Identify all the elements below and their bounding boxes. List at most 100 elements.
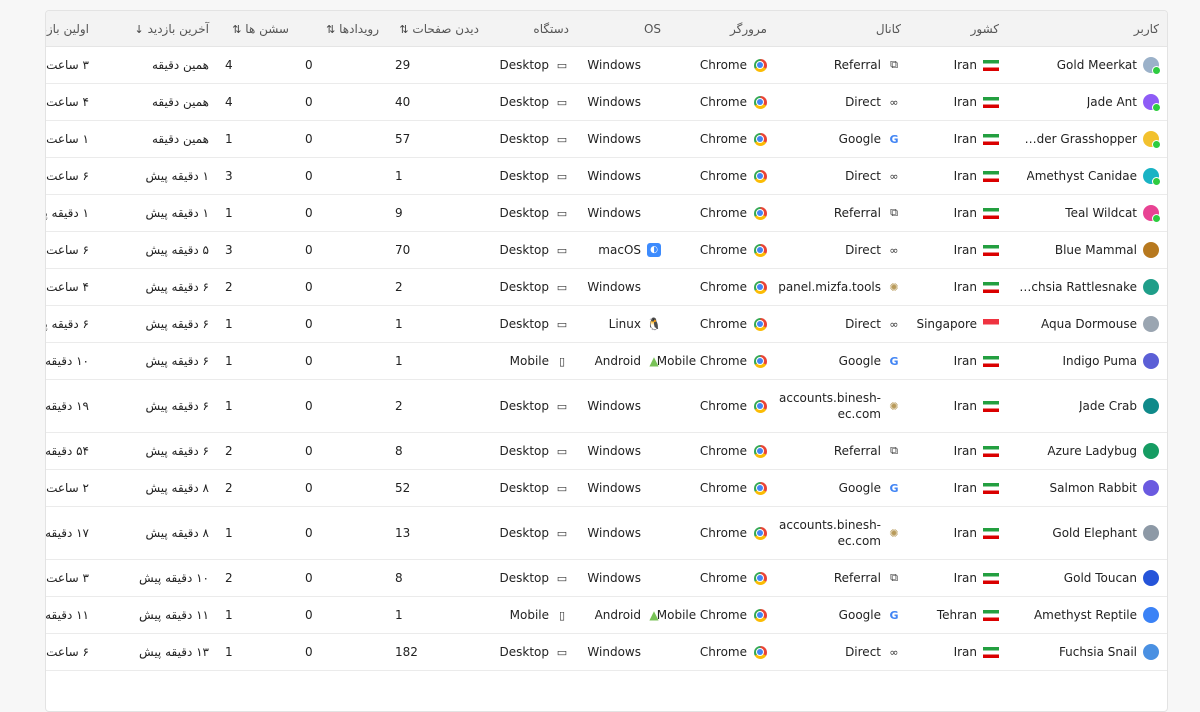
cell-channel: Google G	[775, 469, 909, 507]
cell-user[interactable]: Fuchsia Rattlesnake	[1007, 268, 1167, 306]
country-name: Singapore	[916, 317, 977, 331]
header-pageviews[interactable]: دیدن صفحات ⇅	[387, 11, 487, 47]
cell-last-visit: ۸ دقیقه پیش	[97, 506, 217, 560]
header-channel: کانال	[775, 11, 909, 47]
avatar	[1143, 525, 1159, 541]
table-row[interactable]: Indigo Puma Iran Google G Mobile Chrome A…	[46, 342, 1167, 380]
cell-sessions: 4	[217, 83, 297, 121]
user-name[interactable]: Gold Meerkat	[1057, 58, 1137, 72]
cell-sessions: 1	[217, 633, 297, 671]
table-row[interactable]: Gold Elephant Iran accounts.binesh-ec.co…	[46, 506, 1167, 560]
cell-user[interactable]: Amethyst Reptile	[1007, 596, 1167, 634]
cell-os: Windows	[577, 268, 669, 306]
cell-first-visit: ۶ ساعت پیش	[46, 633, 97, 671]
table-row[interactable]: Jade Crab Iran accounts.binesh-ec.com ✺ C…	[46, 379, 1167, 433]
channel-name: Google	[838, 132, 881, 146]
header-sessions[interactable]: سشن ها ⇅	[217, 11, 297, 47]
cell-channel: Referral ⧉	[775, 559, 909, 597]
user-name[interactable]: Aqua Dormouse	[1041, 317, 1137, 331]
header-device: دستگاه	[487, 11, 577, 47]
table-row[interactable]: Gold Toucan Iran Referral ⧉ Chrome Window…	[46, 559, 1167, 597]
cell-user[interactable]: Amethyst Canidae	[1007, 157, 1167, 195]
table-row[interactable]: Fuchsia Rattlesnake Iran panel.mizfa.too…	[46, 268, 1167, 306]
country-name: Iran	[953, 444, 977, 458]
user-name[interactable]: Amethyst Reptile	[1034, 608, 1137, 622]
cell-user[interactable]: Indigo Puma	[1007, 342, 1167, 380]
device-name: Desktop	[499, 571, 550, 585]
browser-name: Chrome	[699, 206, 747, 220]
user-name[interactable]: Azure Ladybug	[1047, 444, 1137, 458]
table-row[interactable]: Amethyst Reptile Tehran Google G Mobile C…	[46, 596, 1167, 634]
user-name[interactable]: Salmon Rabbit	[1050, 481, 1137, 495]
country-name: Iran	[953, 280, 977, 294]
cell-user[interactable]: Teal Wildcat	[1007, 194, 1167, 232]
cell-user[interactable]: Aqua Dormouse	[1007, 305, 1167, 343]
cell-os: Windows	[577, 506, 669, 560]
cell-events: 0	[297, 596, 387, 634]
laptop-icon: ▭	[556, 399, 568, 413]
cell-user[interactable]: Blue Mammal	[1007, 231, 1167, 269]
laptop-icon: ▭	[556, 645, 568, 659]
cell-browser: Chrome	[669, 231, 775, 269]
user-name[interactable]: Wonder Grasshopper	[1019, 132, 1137, 146]
users-table-card: کاربر کشور کانال مرورگر OS دستگاه دیدن ص…	[45, 10, 1168, 712]
table-row[interactable]: Azure Ladybug Iran Referral ⧉ Chrome Wind…	[46, 432, 1167, 470]
table-row[interactable]: Jade Ant Iran Direct ∞ Chrome Windows Des…	[46, 83, 1167, 121]
cell-user[interactable]: Fuchsia Snail	[1007, 633, 1167, 671]
user-name[interactable]: Blue Mammal	[1055, 243, 1137, 257]
header-pageviews-label: دیدن صفحات	[412, 21, 479, 36]
cell-user[interactable]: Gold Toucan	[1007, 559, 1167, 597]
sort-icon[interactable]: ⇅	[232, 23, 241, 36]
user-name[interactable]: Teal Wildcat	[1065, 206, 1137, 220]
cell-channel: accounts.binesh-ec.com ✺	[775, 379, 909, 433]
browser-name: Chrome	[699, 444, 747, 458]
cell-last-visit: همین دقیقه	[97, 120, 217, 158]
table-row[interactable]: Wonder Grasshopper Iran Google G Chrome W…	[46, 120, 1167, 158]
table-row[interactable]: Aqua Dormouse Singapore Direct ∞ Chrome L…	[46, 305, 1167, 343]
header-first-visit[interactable]: اولین بازدید ⇅	[46, 11, 97, 47]
windows-icon	[647, 133, 661, 146]
user-name[interactable]: Gold Elephant	[1052, 526, 1137, 540]
cell-first-visit: ۱۱ دقیقه پیش	[46, 596, 97, 634]
channel-name: Referral	[833, 571, 881, 585]
user-name[interactable]: Amethyst Canidae	[1027, 169, 1138, 183]
cell-last-visit: ۶ دقیقه پیش	[97, 432, 217, 470]
user-name[interactable]: Fuchsia Rattlesnake	[1019, 280, 1137, 294]
table-row[interactable]: Salmon Rabbit Iran Google G Chrome Window…	[46, 469, 1167, 507]
cell-user[interactable]: Salmon Rabbit	[1007, 469, 1167, 507]
cell-sessions: 1	[217, 379, 297, 433]
os-name: Windows	[587, 206, 641, 220]
cell-user[interactable]: Jade Ant	[1007, 83, 1167, 121]
sort-desc-icon[interactable]: ↓	[135, 23, 144, 36]
cell-last-visit: ۱۳ دقیقه پیش	[97, 633, 217, 671]
cell-first-visit: ۶ دقیقه پیش	[46, 305, 97, 343]
header-events[interactable]: رویدادها ⇅	[297, 11, 387, 47]
sort-icon[interactable]: ⇅	[326, 23, 335, 36]
cell-country: Iran	[909, 268, 1007, 306]
cell-user[interactable]: Gold Meerkat	[1007, 46, 1167, 84]
cell-channel: Referral ⧉	[775, 46, 909, 84]
cell-user[interactable]: Jade Crab	[1007, 379, 1167, 433]
cell-browser: Chrome	[669, 432, 775, 470]
table-row[interactable]: Teal Wildcat Iran Referral ⧉ Chrome Windo…	[46, 194, 1167, 232]
cell-device: Desktop ▭	[487, 194, 577, 232]
table-row[interactable]: Blue Mammal Iran Direct ∞ Chrome macOS ◐ D…	[46, 231, 1167, 269]
device-name: Desktop	[499, 317, 550, 331]
user-name[interactable]: Jade Ant	[1087, 95, 1137, 109]
user-name[interactable]: Jade Crab	[1079, 399, 1137, 413]
android-icon: ▲	[649, 608, 659, 622]
os-name: Windows	[587, 526, 641, 540]
sort-icon[interactable]: ⇅	[399, 23, 408, 36]
cell-user[interactable]: Gold Elephant	[1007, 506, 1167, 560]
cell-user[interactable]: Azure Ladybug	[1007, 432, 1167, 470]
table-row[interactable]: Gold Meerkat Iran Referral ⧉ Chrome Windo…	[46, 46, 1167, 84]
header-last-visit[interactable]: آخرین بازدید ↓	[97, 11, 217, 47]
user-name[interactable]: Fuchsia Snail	[1059, 645, 1137, 659]
cell-user[interactable]: Wonder Grasshopper	[1007, 120, 1167, 158]
user-name[interactable]: Indigo Puma	[1062, 354, 1137, 368]
cell-device: Mobile ▯	[487, 596, 577, 634]
table-row[interactable]: Amethyst Canidae Iran Direct ∞ Chrome Win…	[46, 157, 1167, 195]
user-name[interactable]: Gold Toucan	[1064, 571, 1137, 585]
chrome-icon	[753, 243, 767, 257]
table-row[interactable]: Fuchsia Snail Iran Direct ∞ Chrome Window…	[46, 633, 1167, 671]
